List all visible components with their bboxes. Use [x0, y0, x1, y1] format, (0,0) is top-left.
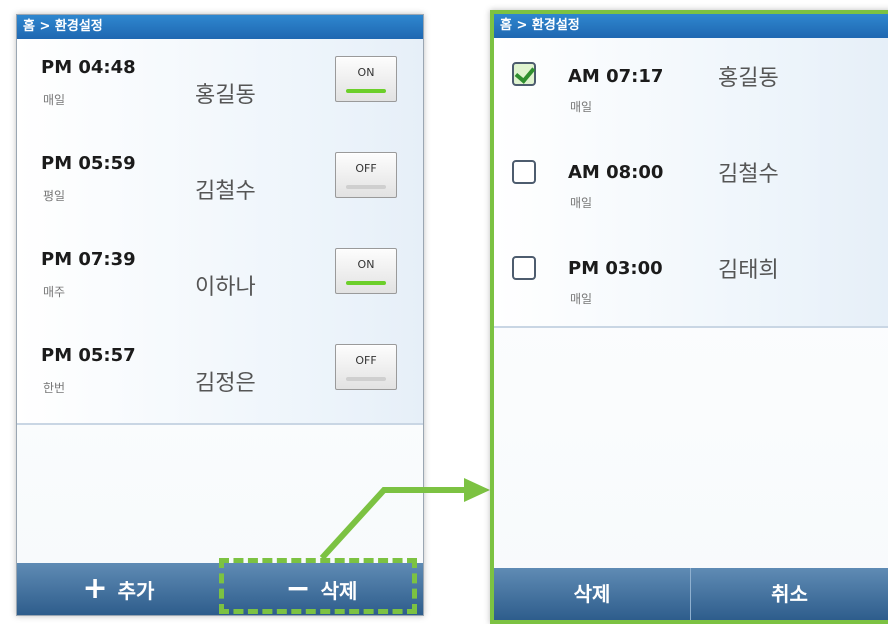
toggle-button[interactable]: ON: [335, 56, 397, 102]
list-item[interactable]: PM 05:57 한번 김정은 OFF: [17, 327, 423, 425]
list-item[interactable]: PM 03:00 매일 김태희: [494, 230, 888, 328]
alarm-time: PM 03:00: [568, 258, 663, 279]
toggle-indicator: [346, 89, 386, 93]
alarm-name: 이하나: [195, 275, 256, 300]
checkbox[interactable]: [512, 62, 536, 86]
toggle-indicator: [346, 185, 386, 189]
alarm-time: PM 07:39: [41, 249, 136, 270]
alarm-frequency: 평일: [43, 189, 66, 203]
toggle-indicator: [346, 281, 386, 285]
alarm-time: AM 07:17: [568, 66, 664, 87]
plus-icon: +: [82, 571, 108, 606]
alarm-list-screen: 홈 > 환경설정 PM 04:48 매일 홍길동 ON PM 05:59 평일 …: [16, 14, 424, 616]
toggle-indicator: [346, 377, 386, 381]
alarm-frequency: 매일: [570, 292, 593, 306]
delete-label: 삭제: [573, 582, 611, 606]
toggle-label: OFF: [355, 162, 377, 175]
delete-button-highlight: [219, 558, 417, 614]
toggle-button[interactable]: OFF: [335, 344, 397, 390]
cancel-button[interactable]: 취소: [691, 568, 888, 620]
list-item[interactable]: PM 07:39 매주 이하나 ON: [17, 231, 423, 329]
add-button[interactable]: + 추가: [17, 563, 220, 615]
cancel-label: 취소: [771, 582, 808, 606]
alarm-name: 홍길동: [195, 83, 256, 108]
alarm-time: PM 04:48: [41, 57, 136, 78]
alarm-frequency: 매일: [43, 93, 66, 107]
toggle-label: OFF: [355, 354, 377, 367]
alarm-name: 김철수: [718, 162, 779, 187]
checkbox[interactable]: [512, 256, 536, 280]
add-label: 추가: [117, 579, 155, 603]
list-item[interactable]: PM 04:48 매일 홍길동 ON: [17, 39, 423, 137]
toggle-button[interactable]: ON: [335, 248, 397, 294]
confirm-delete-button[interactable]: 삭제: [494, 568, 691, 620]
breadcrumb: 홈 > 환경설정: [17, 15, 423, 39]
list-item[interactable]: AM 08:00 매일 김철수: [494, 134, 888, 232]
alarm-frequency: 한번: [43, 381, 66, 395]
alarm-frequency: 매일: [570, 100, 593, 114]
alarm-name: 김정은: [195, 371, 256, 396]
toggle-label: ON: [357, 258, 375, 271]
toggle-button[interactable]: OFF: [335, 152, 397, 198]
breadcrumb: 홈 > 환경설정: [494, 14, 888, 38]
alarm-frequency: 매주: [43, 285, 66, 299]
delete-mode-screen: 홈 > 환경설정 AM 07:17 매일 홍길동 AM 08:00 매일 김철수…: [490, 10, 888, 624]
alarm-name: 김철수: [195, 179, 256, 204]
checkmark-icon: [514, 62, 536, 84]
alarm-name: 김태희: [718, 258, 779, 283]
bottom-action-bar: 삭제 취소: [494, 568, 888, 620]
list-item[interactable]: AM 07:17 매일 홍길동: [494, 38, 888, 136]
toggle-label: ON: [357, 66, 375, 79]
alarm-time: AM 08:00: [568, 162, 664, 183]
alarm-frequency: 매일: [570, 196, 593, 210]
alarm-name: 홍길동: [718, 66, 779, 91]
alarm-time: PM 05:57: [41, 345, 136, 366]
list-item[interactable]: PM 05:59 평일 김철수 OFF: [17, 135, 423, 233]
alarm-time: PM 05:59: [41, 153, 136, 174]
checkbox[interactable]: [512, 160, 536, 184]
